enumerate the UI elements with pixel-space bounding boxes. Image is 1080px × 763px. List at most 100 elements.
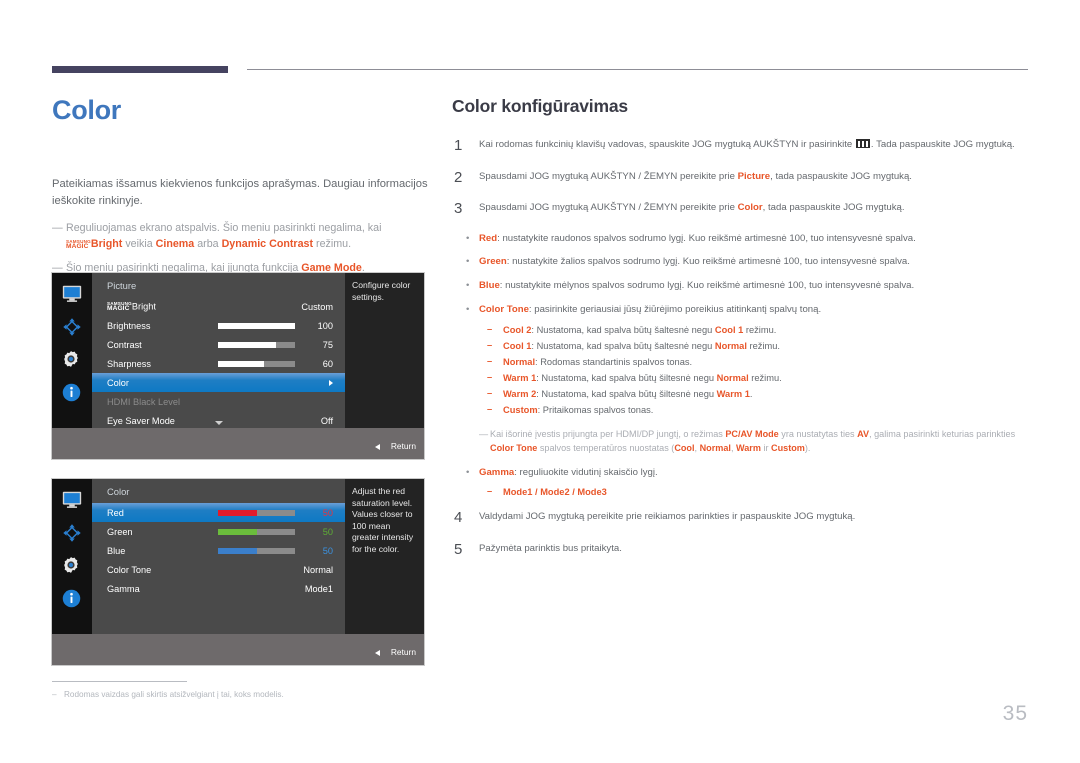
bullet-item: • Color Tone: pasirinkite geriausiai jūsų… — [452, 303, 1032, 418]
page-number: 35 — [1002, 702, 1028, 725]
osd-menu-item[interactable]: Contrast 75 — [92, 335, 345, 354]
osd-slider[interactable] — [218, 528, 295, 535]
monitor-icon — [61, 489, 83, 511]
bullet-item: • Gamma: reguliuokite vidutinį skaisčio l… — [452, 466, 1032, 501]
osd-slider[interactable] — [218, 341, 295, 348]
osd-menu-item[interactable]: Color — [92, 373, 345, 392]
osd-menu-item[interactable]: HDMI Black Level — [92, 392, 345, 411]
text-run: spalvos temperatūros nuostatas ( — [537, 443, 675, 454]
osd-item-label: Color Tone — [107, 564, 152, 575]
osd-return-label[interactable]: Return — [391, 647, 416, 657]
navigation-arrows-icon — [61, 316, 83, 338]
osd-slider[interactable] — [218, 509, 295, 516]
keyword: Cool 2 — [503, 325, 532, 336]
bullet-item: • Green: nustatykite žalios spalvos sodru… — [452, 255, 1032, 270]
monitor-icon — [61, 283, 83, 305]
keyword: Picture — [737, 170, 771, 182]
text-run: režimu. — [743, 325, 777, 336]
osd-menu-title: Picture — [107, 280, 137, 291]
osd-menu-item[interactable]: Red 50 — [92, 503, 345, 522]
osd-item-label: Color — [107, 377, 129, 388]
manual-page: Color Pateikiamas išsamus kiekvienos fun… — [0, 0, 1080, 763]
keyword: Normal — [503, 357, 536, 368]
text-run: : Nustatoma, kad spalva būtų šiltesnė ne… — [536, 373, 717, 384]
bullet-item: • Blue: nustatykite mėlynos spalvos sodru… — [452, 279, 1032, 294]
osd-menu-body: Picture SAMSUNG MAGIC Bright Custom Brightne… — [92, 273, 345, 428]
samsung-magic-logo: SAMSUNG MAGIC — [107, 300, 132, 312]
text-run: režimu. — [313, 238, 352, 251]
return-arrow-icon — [375, 650, 380, 656]
sub-bullet-item: – Custom: Pritaikomas spalvos tonas. — [479, 403, 1032, 418]
osd-screenshot-color: Color Red 50 Green 50 Blue 50 Color Tone Normal… — [52, 479, 424, 665]
osd-help-text: Configure color settings. — [345, 273, 424, 428]
keyword: AV — [857, 429, 870, 440]
keyword: Normal — [716, 373, 749, 384]
osd-menu-item[interactable]: Brightness 100 — [92, 316, 345, 335]
osd-menu-item[interactable]: Blue 50 — [92, 541, 345, 560]
footnote-rule — [52, 681, 187, 682]
osd-menu-item[interactable]: SAMSUNG MAGIC Bright Custom — [92, 297, 345, 316]
bullet-marker: • — [466, 232, 470, 244]
keyword: Blue — [479, 280, 500, 292]
sub-bullet-item: – Warm 1: Nustatoma, kad spalva būtų šilt… — [479, 371, 1032, 386]
osd-item-label: Sharpness — [107, 358, 151, 369]
keyword: Custom — [503, 405, 538, 416]
osd-menu-title: Color — [107, 486, 130, 497]
osd-item-label: Blue — [107, 545, 126, 556]
text-run: ). — [804, 443, 811, 454]
osd-item-label: Brightness — [107, 320, 151, 331]
text-run: Valdydami JOG mygtuką pereikite prie rei… — [479, 511, 856, 523]
osd-item-label: Contrast — [107, 339, 142, 350]
text-run: Kai rodomas funkcinių klavišų vadovas, s… — [479, 139, 855, 150]
osd-item-value: 50 — [322, 545, 333, 556]
keyword: Cool 1 — [714, 325, 744, 336]
keyword: Custom — [771, 443, 805, 454]
osd-menu-item[interactable]: Green 50 — [92, 522, 345, 541]
osd-item-label: Green — [107, 526, 133, 537]
text-run: arba — [194, 238, 222, 251]
text-run: : reguliuokite vidutinį skaisčio lygį. — [514, 466, 658, 478]
osd-return-label[interactable]: Return — [391, 441, 416, 451]
samsung-magic-bright-logo: SAMSUNG MAGIC Bright — [66, 238, 123, 251]
osd-item-label: HDMI Black Level — [107, 396, 181, 407]
osd-slider[interactable] — [218, 547, 295, 554]
gear-icon — [61, 555, 83, 577]
keyword: Gamma — [479, 466, 515, 478]
bullet-marker: • — [466, 256, 470, 268]
text-run: : Nustatoma, kad spalva būtų šaltesnė ne… — [531, 341, 715, 352]
osd1-rows: SAMSUNG MAGIC Bright Custom Brightness 100 Con… — [92, 297, 345, 430]
sub-bullet-list: – Cool 2: Nustatoma, kad spalva būtų šalt… — [479, 323, 1032, 418]
osd-help-text: Adjust the red saturation level. Values … — [345, 479, 424, 634]
note-text: — Kai išorinė įvestis prijungta per HDMI/… — [452, 427, 1032, 455]
osd-slider[interactable] — [218, 360, 295, 367]
osd-slider[interactable] — [218, 322, 295, 329]
text-run: Spausdami JOG mygtuką AUKŠTYN / ŽEMYN pe… — [479, 170, 738, 182]
keyword: Warm — [736, 443, 761, 454]
navigation-arrows-icon — [61, 522, 83, 544]
sub-bullet-dash: – — [487, 372, 493, 383]
text-run: : nustatykite žalios spalvos sodrumo lyg… — [506, 256, 910, 268]
osd-item-value: 50 — [322, 526, 333, 537]
step-number: 2 — [454, 168, 463, 186]
color-bullets: • Red: nustatykite raudonos spalvos sodru… — [452, 232, 1032, 295]
keyword: Cinema — [155, 238, 195, 251]
sub-bullet-item: – Normal: Rodomas standartinis spalvos to… — [479, 355, 1032, 370]
keyword: Green — [479, 256, 507, 268]
page-title: Color — [52, 95, 121, 125]
osd-footer: Return — [52, 634, 424, 665]
text-run: . Tada paspauskite JOG mygtuką. — [870, 139, 1015, 150]
keyword: Color — [737, 202, 763, 214]
osd-menu-item[interactable]: Sharpness 60 — [92, 354, 345, 373]
text-run: Pažymėta parinktis bus pritaikyta. — [479, 542, 622, 554]
footnote: – Rodomas vaizdas gali skirtis atsižvelgi… — [52, 690, 452, 699]
text-run: , tada paspauskite JOG mygtuką. — [770, 170, 912, 182]
osd-menu-item[interactable]: Gamma Mode1 — [92, 579, 345, 598]
instruction-step: 1 Kai rodomas funkcinių klavišų vadovas, … — [452, 137, 1032, 154]
chevron-down-icon[interactable] — [214, 421, 223, 425]
osd2-rows: Red 50 Green 50 Blue 50 Color Tone Normal Gamma M… — [92, 503, 345, 598]
step-number: 4 — [454, 509, 463, 527]
osd-menu-item[interactable]: Color Tone Normal — [92, 560, 345, 579]
text-run: yra nustatytas ties — [778, 429, 858, 440]
sub-bullet-dash: – — [487, 324, 493, 335]
text-run: : nustatykite raudonos spalvos sodrumo l… — [497, 232, 916, 244]
